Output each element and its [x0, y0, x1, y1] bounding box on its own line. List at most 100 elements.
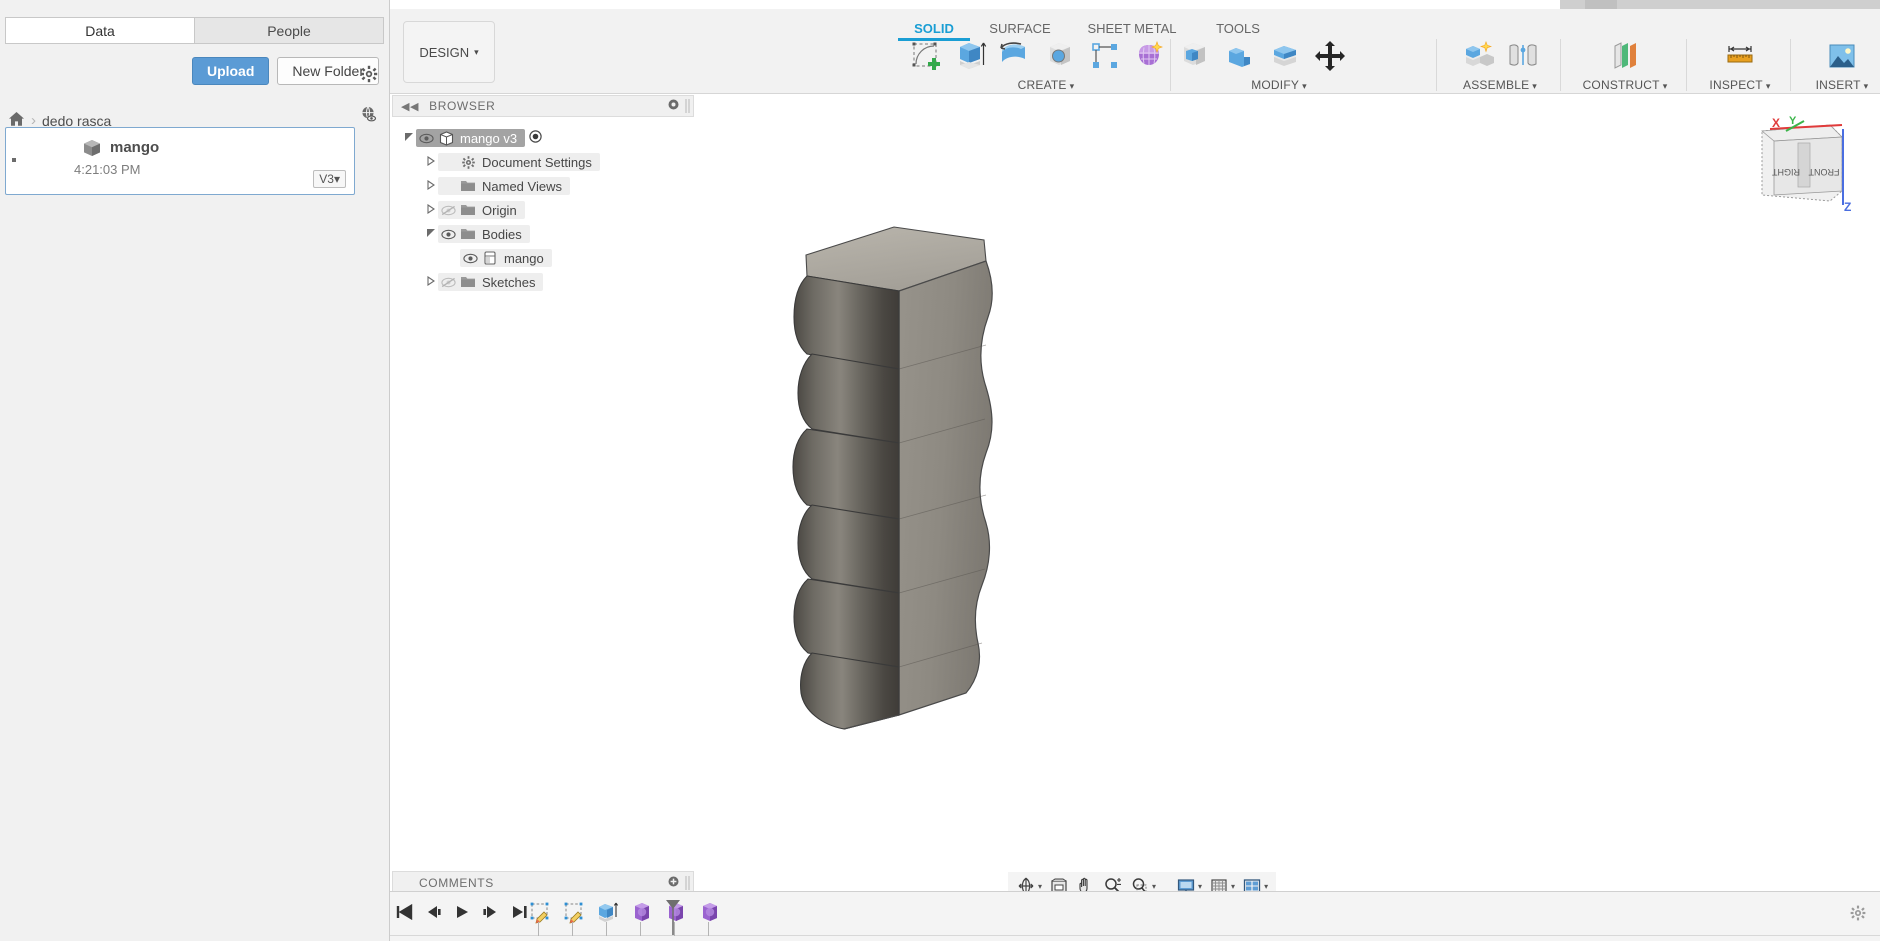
- upload-button[interactable]: Upload: [192, 57, 269, 85]
- list-item[interactable]: mango 4:21:03 PM V3▾: [5, 127, 355, 195]
- eye-visible-icon[interactable]: [416, 133, 436, 144]
- group-label-text: MODIFY: [1251, 78, 1299, 92]
- collapse-left-icon[interactable]: ◀◀: [401, 100, 419, 113]
- joint-icon[interactable]: [1504, 37, 1542, 75]
- ribbon-group-construct: CONSTRUCT▾: [1566, 37, 1684, 94]
- comments-title: COMMENTS: [419, 876, 494, 890]
- insert-image-icon[interactable]: [1823, 37, 1861, 75]
- sketch-feature-icon[interactable]: [528, 900, 552, 924]
- measure-icon[interactable]: [1721, 37, 1759, 75]
- chevron-down-icon: ▾: [1663, 81, 1668, 91]
- ribbon-group-modify: MODIFY▾: [1176, 37, 1416, 94]
- gear-icon[interactable]: [1849, 904, 1867, 927]
- model-render: [694, 95, 1880, 882]
- step-forward-icon[interactable]: [482, 904, 500, 925]
- sphere-icon[interactable]: [1041, 37, 1079, 75]
- tree-node[interactable]: mango v3: [392, 126, 694, 150]
- extrude-feature-icon[interactable]: [596, 900, 620, 924]
- tree-node-label: Bodies: [478, 227, 530, 242]
- ribbon-group-assemble-label[interactable]: ASSEMBLE▾: [1442, 78, 1558, 92]
- tree-node-body[interactable]: Origin: [438, 201, 525, 219]
- eye-hidden-icon[interactable]: [438, 277, 458, 288]
- triangle-collapsed-icon[interactable]: [424, 204, 438, 217]
- press-pull-icon[interactable]: [1176, 37, 1214, 75]
- ribbon-divider: [1686, 39, 1687, 91]
- go-to-end-icon[interactable]: [511, 904, 529, 925]
- tree-node[interactable]: Document Settings: [392, 150, 694, 174]
- timeline-stem: [572, 922, 573, 936]
- shell-icon[interactable]: [1266, 37, 1304, 75]
- eye-visible-icon[interactable]: [460, 253, 480, 264]
- tab-data[interactable]: Data: [5, 17, 194, 44]
- gear-icon: [458, 155, 478, 170]
- plus-circle-icon[interactable]: [668, 876, 679, 890]
- ribbon-group-construct-label[interactable]: CONSTRUCT▾: [1566, 78, 1684, 92]
- ribbon-group-inspect: INSPECT▾: [1692, 37, 1788, 94]
- triangle-collapsed-icon[interactable]: [424, 180, 438, 193]
- workspace-switcher[interactable]: DESIGN ▾: [403, 21, 495, 83]
- triangle-expanded-icon[interactable]: [402, 132, 416, 145]
- offset-plane-icon[interactable]: [1606, 37, 1644, 75]
- chevron-down-icon: ▾: [1198, 882, 1202, 891]
- tree-node-body[interactable]: Document Settings: [438, 153, 600, 171]
- fillet-feature-icon[interactable]: [698, 900, 722, 924]
- gear-icon[interactable]: [359, 64, 379, 84]
- timeline-marker-icon[interactable]: [664, 898, 682, 941]
- chevron-down-icon: ▾: [1231, 882, 1235, 891]
- triangle-collapsed-icon[interactable]: [424, 276, 438, 289]
- move-copy-icon[interactable]: [1311, 37, 1349, 75]
- revolve-icon[interactable]: [996, 37, 1034, 75]
- chevron-down-icon: ▾: [1038, 882, 1042, 891]
- component-icon: [436, 130, 456, 147]
- eye-hidden-icon[interactable]: [438, 205, 458, 216]
- create-sketch-icon[interactable]: [906, 37, 944, 75]
- tree-node[interactable]: Bodies: [392, 222, 694, 246]
- extrude-icon[interactable]: [951, 37, 989, 75]
- tree-node[interactable]: Origin: [392, 198, 694, 222]
- tree-node[interactable]: Sketches: [392, 270, 694, 294]
- panel-resize-handle[interactable]: [685, 99, 690, 113]
- tree-node-body[interactable]: Sketches: [438, 273, 543, 291]
- version-badge[interactable]: V3▾: [313, 170, 346, 188]
- sketch-feature-icon[interactable]: [562, 900, 586, 924]
- chevron-down-icon: ▾: [1864, 81, 1869, 91]
- tree-node-body[interactable]: Named Views: [438, 177, 570, 195]
- tree-node-label: Document Settings: [478, 155, 600, 170]
- viewcube[interactable]: RIGHT FRONT X Y Z: [1746, 115, 1856, 215]
- axis-label-x: X: [1772, 116, 1780, 130]
- new-component-icon[interactable]: [1459, 37, 1497, 75]
- activate-component-icon[interactable]: [529, 130, 542, 146]
- go-to-beginning-icon[interactable]: [395, 904, 413, 925]
- pattern-icon[interactable]: [1086, 37, 1124, 75]
- globe-eye-icon[interactable]: [359, 104, 379, 124]
- 3d-canvas[interactable]: RIGHT FRONT X Y Z: [694, 95, 1880, 882]
- circle-dot-icon[interactable]: [668, 99, 679, 113]
- timeline-features: [528, 900, 722, 924]
- chevron-down-icon: ▾: [474, 47, 479, 58]
- timeline: [390, 891, 1880, 941]
- tree-node-body[interactable]: Bodies: [438, 225, 530, 243]
- fillet-icon[interactable]: [1221, 37, 1259, 75]
- tree-node-body[interactable]: mango v3: [416, 129, 525, 147]
- triangle-expanded-icon[interactable]: [424, 228, 438, 241]
- tree-node[interactable]: Named Views: [392, 174, 694, 198]
- timeline-track: [390, 935, 1880, 936]
- tree-node-body[interactable]: mango: [460, 249, 552, 267]
- tree-node-label: mango: [500, 251, 552, 266]
- triangle-collapsed-icon[interactable]: [424, 156, 438, 169]
- tree-node[interactable]: mango: [392, 246, 694, 270]
- fillet-feature-icon[interactable]: [630, 900, 654, 924]
- create-form-icon[interactable]: [1131, 37, 1169, 75]
- browser-panel: ◀◀ BROWSER mango v3Document SettingsName…: [392, 95, 694, 881]
- eye-visible-icon[interactable]: [438, 229, 458, 240]
- tree-node-label: Origin: [478, 203, 525, 218]
- step-back-icon[interactable]: [424, 904, 442, 925]
- ribbon-group-inspect-label[interactable]: INSPECT▾: [1692, 78, 1788, 92]
- tab-people[interactable]: People: [194, 17, 384, 44]
- ribbon-group-modify-label[interactable]: MODIFY▾: [1142, 78, 1416, 92]
- play-icon[interactable]: [453, 904, 471, 925]
- panel-resize-handle[interactable]: [685, 876, 690, 890]
- tree-node-label: Named Views: [478, 179, 570, 194]
- chevron-down-icon: ▾: [1152, 882, 1156, 891]
- ribbon-group-insert-label[interactable]: INSERT▾: [1796, 78, 1880, 92]
